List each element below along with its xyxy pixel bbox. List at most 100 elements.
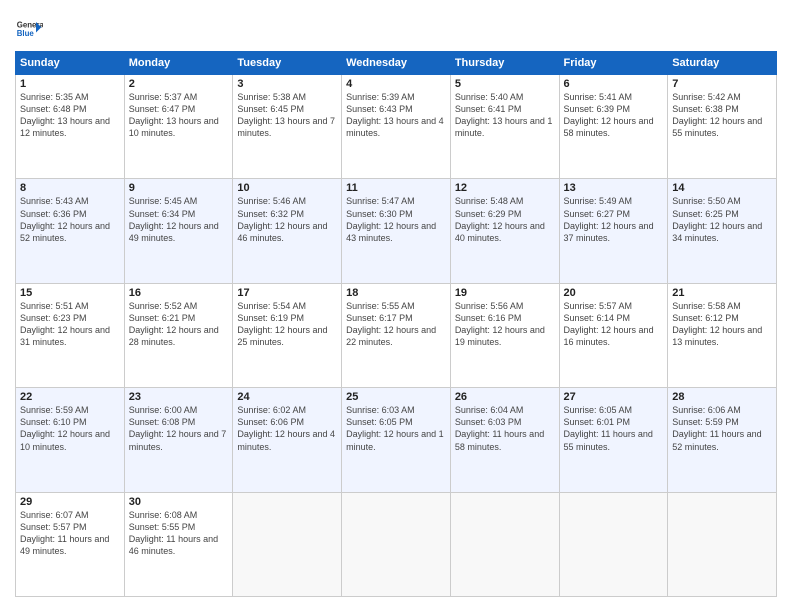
day-detail: Sunrise: 5:47 AM Sunset: 6:30 PM Dayligh… — [346, 195, 446, 244]
calendar-cell: 30 Sunrise: 6:08 AM Sunset: 5:55 PM Dayl… — [124, 492, 233, 596]
day-number: 11 — [346, 182, 446, 194]
day-number: 10 — [237, 182, 337, 194]
day-detail: Sunrise: 5:54 AM Sunset: 6:19 PM Dayligh… — [237, 300, 337, 349]
day-detail: Sunrise: 5:43 AM Sunset: 6:36 PM Dayligh… — [20, 195, 120, 244]
calendar-cell: 9 Sunrise: 5:45 AM Sunset: 6:34 PM Dayli… — [124, 179, 233, 283]
calendar-cell: 25 Sunrise: 6:03 AM Sunset: 6:05 PM Dayl… — [342, 388, 451, 492]
day-number: 13 — [564, 182, 664, 194]
day-number: 18 — [346, 287, 446, 299]
day-detail: Sunrise: 5:56 AM Sunset: 6:16 PM Dayligh… — [455, 300, 555, 349]
day-number: 2 — [129, 78, 229, 90]
day-detail: Sunrise: 6:06 AM Sunset: 5:59 PM Dayligh… — [672, 404, 772, 453]
day-number: 17 — [237, 287, 337, 299]
calendar-cell: 7 Sunrise: 5:42 AM Sunset: 6:38 PM Dayli… — [668, 75, 777, 179]
calendar-cell — [450, 492, 559, 596]
calendar-cell: 29 Sunrise: 6:07 AM Sunset: 5:57 PM Dayl… — [16, 492, 125, 596]
day-number: 28 — [672, 391, 772, 403]
day-detail: Sunrise: 5:59 AM Sunset: 6:10 PM Dayligh… — [20, 404, 120, 453]
day-number: 30 — [129, 496, 229, 508]
day-detail: Sunrise: 5:50 AM Sunset: 6:25 PM Dayligh… — [672, 195, 772, 244]
day-number: 1 — [20, 78, 120, 90]
calendar-cell — [342, 492, 451, 596]
calendar-cell: 2 Sunrise: 5:37 AM Sunset: 6:47 PM Dayli… — [124, 75, 233, 179]
calendar-cell: 6 Sunrise: 5:41 AM Sunset: 6:39 PM Dayli… — [559, 75, 668, 179]
calendar-cell: 1 Sunrise: 5:35 AM Sunset: 6:48 PM Dayli… — [16, 75, 125, 179]
calendar-cell: 14 Sunrise: 5:50 AM Sunset: 6:25 PM Dayl… — [668, 179, 777, 283]
day-number: 14 — [672, 182, 772, 194]
calendar-header-tuesday: Tuesday — [233, 52, 342, 75]
calendar-cell — [668, 492, 777, 596]
day-number: 21 — [672, 287, 772, 299]
svg-text:Blue: Blue — [17, 29, 35, 38]
day-number: 9 — [129, 182, 229, 194]
calendar-cell: 10 Sunrise: 5:46 AM Sunset: 6:32 PM Dayl… — [233, 179, 342, 283]
day-number: 19 — [455, 287, 555, 299]
day-detail: Sunrise: 6:02 AM Sunset: 6:06 PM Dayligh… — [237, 404, 337, 453]
calendar-week-2: 8 Sunrise: 5:43 AM Sunset: 6:36 PM Dayli… — [16, 179, 777, 283]
calendar-header-row: SundayMondayTuesdayWednesdayThursdayFrid… — [16, 52, 777, 75]
calendar-cell: 20 Sunrise: 5:57 AM Sunset: 6:14 PM Dayl… — [559, 283, 668, 387]
day-number: 12 — [455, 182, 555, 194]
day-number: 20 — [564, 287, 664, 299]
calendar-cell: 24 Sunrise: 6:02 AM Sunset: 6:06 PM Dayl… — [233, 388, 342, 492]
day-detail: Sunrise: 5:45 AM Sunset: 6:34 PM Dayligh… — [129, 195, 229, 244]
day-detail: Sunrise: 6:00 AM Sunset: 6:08 PM Dayligh… — [129, 404, 229, 453]
calendar-cell: 23 Sunrise: 6:00 AM Sunset: 6:08 PM Dayl… — [124, 388, 233, 492]
day-detail: Sunrise: 5:40 AM Sunset: 6:41 PM Dayligh… — [455, 91, 555, 140]
logo-icon: General Blue — [15, 15, 43, 43]
day-number: 6 — [564, 78, 664, 90]
day-detail: Sunrise: 5:42 AM Sunset: 6:38 PM Dayligh… — [672, 91, 772, 140]
calendar-header-thursday: Thursday — [450, 52, 559, 75]
day-number: 4 — [346, 78, 446, 90]
day-detail: Sunrise: 5:55 AM Sunset: 6:17 PM Dayligh… — [346, 300, 446, 349]
calendar-week-1: 1 Sunrise: 5:35 AM Sunset: 6:48 PM Dayli… — [16, 75, 777, 179]
calendar-cell: 28 Sunrise: 6:06 AM Sunset: 5:59 PM Dayl… — [668, 388, 777, 492]
calendar-cell: 16 Sunrise: 5:52 AM Sunset: 6:21 PM Dayl… — [124, 283, 233, 387]
calendar-cell: 21 Sunrise: 5:58 AM Sunset: 6:12 PM Dayl… — [668, 283, 777, 387]
day-number: 22 — [20, 391, 120, 403]
day-number: 15 — [20, 287, 120, 299]
calendar-cell: 8 Sunrise: 5:43 AM Sunset: 6:36 PM Dayli… — [16, 179, 125, 283]
day-detail: Sunrise: 6:04 AM Sunset: 6:03 PM Dayligh… — [455, 404, 555, 453]
calendar-cell: 18 Sunrise: 5:55 AM Sunset: 6:17 PM Dayl… — [342, 283, 451, 387]
day-detail: Sunrise: 6:05 AM Sunset: 6:01 PM Dayligh… — [564, 404, 664, 453]
day-detail: Sunrise: 5:41 AM Sunset: 6:39 PM Dayligh… — [564, 91, 664, 140]
day-number: 7 — [672, 78, 772, 90]
day-detail: Sunrise: 6:07 AM Sunset: 5:57 PM Dayligh… — [20, 509, 120, 558]
calendar-week-4: 22 Sunrise: 5:59 AM Sunset: 6:10 PM Dayl… — [16, 388, 777, 492]
day-number: 16 — [129, 287, 229, 299]
page: General Blue SundayMondayTuesdayWednesda… — [0, 0, 792, 612]
calendar-cell: 5 Sunrise: 5:40 AM Sunset: 6:41 PM Dayli… — [450, 75, 559, 179]
calendar-cell: 12 Sunrise: 5:48 AM Sunset: 6:29 PM Dayl… — [450, 179, 559, 283]
day-number: 24 — [237, 391, 337, 403]
day-number: 23 — [129, 391, 229, 403]
calendar-week-3: 15 Sunrise: 5:51 AM Sunset: 6:23 PM Dayl… — [16, 283, 777, 387]
day-detail: Sunrise: 5:52 AM Sunset: 6:21 PM Dayligh… — [129, 300, 229, 349]
calendar-cell — [233, 492, 342, 596]
day-number: 5 — [455, 78, 555, 90]
calendar-cell: 15 Sunrise: 5:51 AM Sunset: 6:23 PM Dayl… — [16, 283, 125, 387]
day-detail: Sunrise: 5:37 AM Sunset: 6:47 PM Dayligh… — [129, 91, 229, 140]
day-number: 26 — [455, 391, 555, 403]
day-detail: Sunrise: 5:58 AM Sunset: 6:12 PM Dayligh… — [672, 300, 772, 349]
header: General Blue — [15, 15, 777, 43]
calendar-table: SundayMondayTuesdayWednesdayThursdayFrid… — [15, 51, 777, 597]
day-detail: Sunrise: 5:57 AM Sunset: 6:14 PM Dayligh… — [564, 300, 664, 349]
calendar-header-sunday: Sunday — [16, 52, 125, 75]
day-detail: Sunrise: 6:08 AM Sunset: 5:55 PM Dayligh… — [129, 509, 229, 558]
day-number: 29 — [20, 496, 120, 508]
calendar-cell — [559, 492, 668, 596]
day-detail: Sunrise: 5:51 AM Sunset: 6:23 PM Dayligh… — [20, 300, 120, 349]
day-detail: Sunrise: 5:39 AM Sunset: 6:43 PM Dayligh… — [346, 91, 446, 140]
day-detail: Sunrise: 6:03 AM Sunset: 6:05 PM Dayligh… — [346, 404, 446, 453]
calendar-cell: 13 Sunrise: 5:49 AM Sunset: 6:27 PM Dayl… — [559, 179, 668, 283]
calendar-header-monday: Monday — [124, 52, 233, 75]
logo: General Blue — [15, 15, 43, 43]
calendar-header-saturday: Saturday — [668, 52, 777, 75]
calendar-cell: 27 Sunrise: 6:05 AM Sunset: 6:01 PM Dayl… — [559, 388, 668, 492]
calendar-cell: 4 Sunrise: 5:39 AM Sunset: 6:43 PM Dayli… — [342, 75, 451, 179]
calendar-header-wednesday: Wednesday — [342, 52, 451, 75]
calendar-week-5: 29 Sunrise: 6:07 AM Sunset: 5:57 PM Dayl… — [16, 492, 777, 596]
day-detail: Sunrise: 5:35 AM Sunset: 6:48 PM Dayligh… — [20, 91, 120, 140]
calendar-cell: 11 Sunrise: 5:47 AM Sunset: 6:30 PM Dayl… — [342, 179, 451, 283]
